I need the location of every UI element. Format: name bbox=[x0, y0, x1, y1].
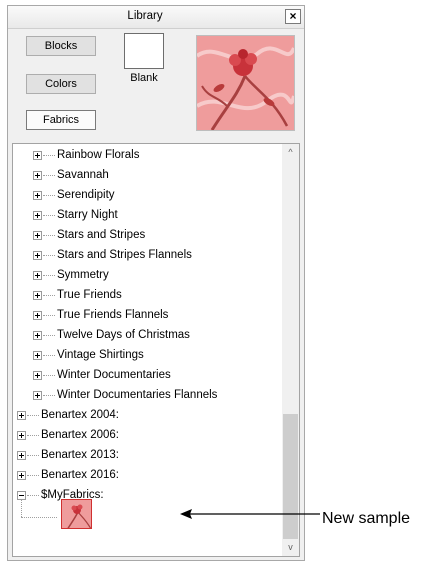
tree-connector bbox=[43, 255, 55, 256]
new-sample-swatch[interactable] bbox=[61, 499, 92, 529]
tree-item-collection[interactable]: Winter Documentaries bbox=[13, 365, 279, 385]
scroll-down-arrow[interactable]: v bbox=[282, 539, 299, 556]
tree-item-label: True Friends bbox=[57, 289, 122, 301]
expand-icon[interactable] bbox=[33, 151, 42, 160]
tree-connector bbox=[43, 355, 55, 356]
tree-connector bbox=[43, 235, 55, 236]
tree-item-label: Savannah bbox=[57, 169, 109, 181]
tree-item-group[interactable]: Benartex 2013: bbox=[13, 445, 279, 465]
close-button[interactable]: × bbox=[285, 9, 301, 24]
tree-item-group[interactable]: Benartex 2016: bbox=[13, 465, 279, 485]
expand-icon[interactable] bbox=[33, 191, 42, 200]
tree-item-collection[interactable]: Winter Documentaries Flannels bbox=[13, 385, 279, 405]
expand-icon[interactable] bbox=[33, 331, 42, 340]
expand-icon[interactable] bbox=[17, 471, 26, 480]
expand-icon[interactable] bbox=[17, 431, 26, 440]
tree-item-label: Vintage Shirtings bbox=[57, 349, 144, 361]
tree-connector bbox=[27, 495, 39, 496]
tree-item-collection[interactable]: Vintage Shirtings bbox=[13, 345, 279, 365]
fabric-preview bbox=[196, 35, 295, 131]
tree-connector bbox=[43, 375, 55, 376]
blocks-button[interactable]: Blocks bbox=[26, 36, 96, 56]
expand-icon[interactable] bbox=[33, 271, 42, 280]
expand-icon[interactable] bbox=[17, 411, 26, 420]
tree-item-myfabrics[interactable]: $MyFabrics: bbox=[13, 485, 279, 505]
annotation-arrow bbox=[180, 509, 320, 519]
tree-item-label: Starry Night bbox=[57, 209, 118, 221]
title-bar: Library × bbox=[8, 6, 304, 29]
tree-connector bbox=[21, 517, 57, 518]
tree-item-group[interactable]: Benartex 2006: bbox=[13, 425, 279, 445]
tree-connector bbox=[43, 175, 55, 176]
new-sample-image bbox=[62, 500, 91, 528]
tree-item-collection[interactable]: True Friends Flannels bbox=[13, 305, 279, 325]
tree-connector bbox=[43, 155, 55, 156]
tree-item-collection[interactable]: Serendipity bbox=[13, 185, 279, 205]
tree-item-label: Twelve Days of Christmas bbox=[57, 329, 190, 341]
tree-item-label: Rainbow Florals bbox=[57, 149, 140, 161]
tree-connector bbox=[43, 315, 55, 316]
expand-icon[interactable] bbox=[17, 451, 26, 460]
tree-connector bbox=[43, 215, 55, 216]
fabric-preview-image bbox=[197, 36, 294, 130]
tree-connector bbox=[27, 435, 39, 436]
tree-item-label: True Friends Flannels bbox=[57, 309, 169, 321]
tree-connector bbox=[43, 195, 55, 196]
collapse-icon[interactable] bbox=[17, 491, 26, 500]
tree-item-label: Benartex 2006: bbox=[41, 429, 120, 441]
tree-item-label: Benartex 2016: bbox=[41, 469, 120, 481]
expand-icon[interactable] bbox=[33, 171, 42, 180]
tree-connector bbox=[43, 335, 55, 336]
tree-connector bbox=[27, 475, 39, 476]
colors-button[interactable]: Colors bbox=[26, 74, 96, 94]
expand-icon[interactable] bbox=[33, 371, 42, 380]
expand-icon[interactable] bbox=[33, 231, 42, 240]
expand-icon[interactable] bbox=[33, 351, 42, 360]
blank-swatch[interactable] bbox=[124, 33, 164, 69]
tree-item-collection[interactable]: Savannah bbox=[13, 165, 279, 185]
tree-item-collection[interactable]: True Friends bbox=[13, 285, 279, 305]
library-panel: Library × Blocks Colors Fabrics Blank Ra… bbox=[7, 5, 305, 561]
tree-connector bbox=[27, 455, 39, 456]
scroll-up-arrow[interactable]: ^ bbox=[282, 144, 299, 161]
tree-item-label: Winter Documentaries bbox=[57, 369, 171, 381]
tree-item-label: Benartex 2013: bbox=[41, 449, 120, 461]
blank-label: Blank bbox=[130, 72, 158, 84]
fabric-tree[interactable]: Rainbow Florals Savannah Serendipity Starry… bbox=[12, 143, 300, 557]
tree-connector bbox=[43, 275, 55, 276]
tree-item-label: Benartex 2004: bbox=[41, 409, 120, 421]
expand-icon[interactable] bbox=[33, 251, 42, 260]
fabrics-button[interactable]: Fabrics bbox=[26, 110, 96, 130]
tree-item-label: Stars and Stripes bbox=[57, 229, 146, 241]
window-title: Library bbox=[127, 10, 163, 22]
tree-item-collection[interactable]: Twelve Days of Christmas bbox=[13, 325, 279, 345]
tree-item-label: Symmetry bbox=[57, 269, 109, 281]
tree-item-collection[interactable]: Starry Night bbox=[13, 205, 279, 225]
tree-connector bbox=[21, 500, 22, 517]
tree-connector bbox=[43, 295, 55, 296]
tree-item-collection[interactable]: Stars and Stripes Flannels bbox=[13, 245, 279, 265]
annotation-label: New sample bbox=[322, 510, 411, 527]
tree-item-collection[interactable]: Symmetry bbox=[13, 265, 279, 285]
tree-item-label: Winter Documentaries Flannels bbox=[57, 389, 218, 401]
tree-item-collection[interactable]: Rainbow Florals bbox=[13, 145, 279, 165]
expand-icon[interactable] bbox=[33, 311, 42, 320]
tree-item-collection[interactable]: Stars and Stripes bbox=[13, 225, 279, 245]
tree-item-group[interactable]: Benartex 2004: bbox=[13, 405, 279, 425]
tree-item-label: Serendipity bbox=[57, 189, 115, 201]
vertical-scrollbar[interactable]: ^ v bbox=[282, 144, 299, 556]
expand-icon[interactable] bbox=[33, 211, 42, 220]
expand-icon[interactable] bbox=[33, 391, 42, 400]
tree-connector bbox=[27, 415, 39, 416]
expand-icon[interactable] bbox=[33, 291, 42, 300]
tree-item-label: Stars and Stripes Flannels bbox=[57, 249, 192, 261]
tree-connector bbox=[43, 395, 55, 396]
